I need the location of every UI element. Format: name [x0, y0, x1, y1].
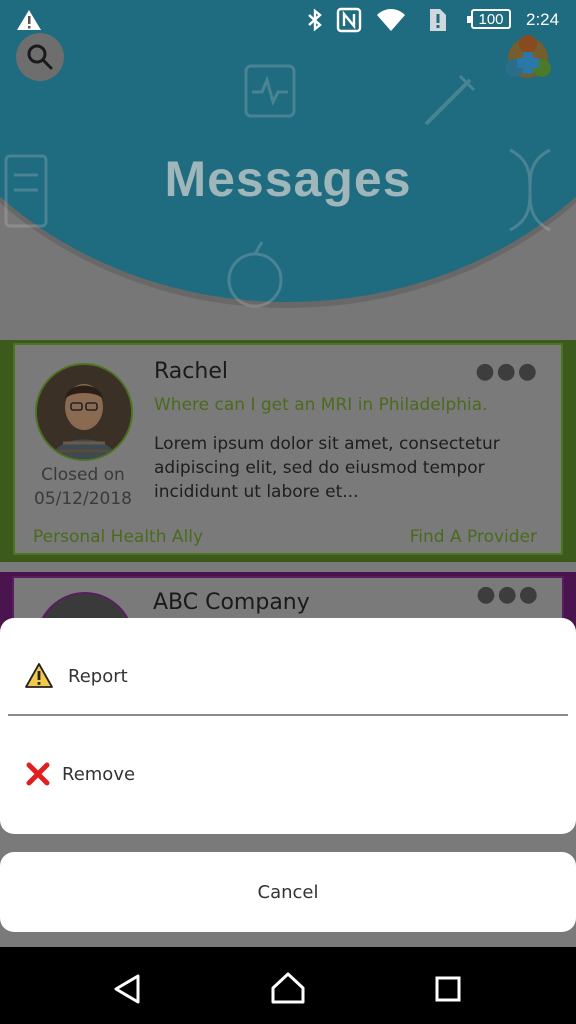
- message-subject: Where can I get an MRI in Philadelphia.: [154, 395, 488, 415]
- action-sheet: Report Remove: [0, 618, 576, 834]
- syringe-doodle-icon: [424, 74, 476, 126]
- clock: 2:24: [526, 10, 560, 29]
- battery-indicator: 100: [467, 9, 511, 29]
- more-options-icon[interactable]: ●●●: [475, 359, 539, 384]
- bluetooth-icon: [306, 0, 324, 40]
- status-bar: 100 2:24: [0, 0, 576, 40]
- remove-x-icon: [26, 762, 50, 786]
- back-icon[interactable]: [112, 973, 144, 1005]
- sender-name: ABC Company: [153, 590, 310, 615]
- divider: [8, 714, 568, 716]
- message-card[interactable]: Closed on 05/12/2018 Rachel ●●● Where ca…: [0, 340, 576, 562]
- report-label: Report: [68, 665, 128, 687]
- home-icon[interactable]: [270, 971, 306, 1005]
- more-options-icon[interactable]: ●●●: [476, 582, 540, 607]
- warning-icon: [25, 663, 53, 688]
- remove-option[interactable]: Remove: [0, 726, 576, 822]
- sim-alert-icon: [426, 0, 448, 40]
- monitor-doodle-icon: [244, 64, 296, 118]
- recents-icon[interactable]: [434, 975, 462, 1003]
- closed-date: 05/12/2018: [34, 489, 132, 509]
- message-card-body[interactable]: Closed on 05/12/2018 Rachel ●●● Where ca…: [13, 343, 563, 555]
- service-tag: Find A Provider: [409, 527, 537, 547]
- nfc-icon: [336, 0, 362, 40]
- search-icon: [27, 44, 53, 70]
- remove-label: Remove: [62, 763, 136, 785]
- message-preview: Lorem ipsum dolor sit amet, consectetur …: [154, 434, 500, 502]
- wifi-icon: [375, 0, 407, 40]
- system-nav-bar: [0, 947, 576, 1024]
- page-title: Messages: [164, 151, 412, 207]
- closed-status: Closed on 05/12/2018: [19, 463, 147, 511]
- search-button[interactable]: [16, 33, 64, 81]
- sender-name: Rachel: [154, 359, 228, 384]
- apple-doodle-icon: [227, 241, 283, 308]
- category-tag: Personal Health Ally: [33, 527, 204, 547]
- avatar: [35, 363, 133, 461]
- report-option[interactable]: Report: [0, 628, 576, 724]
- cancel-button[interactable]: Cancel: [0, 852, 576, 932]
- closed-label: Closed on: [41, 465, 125, 485]
- warning-status-icon: [16, 0, 42, 40]
